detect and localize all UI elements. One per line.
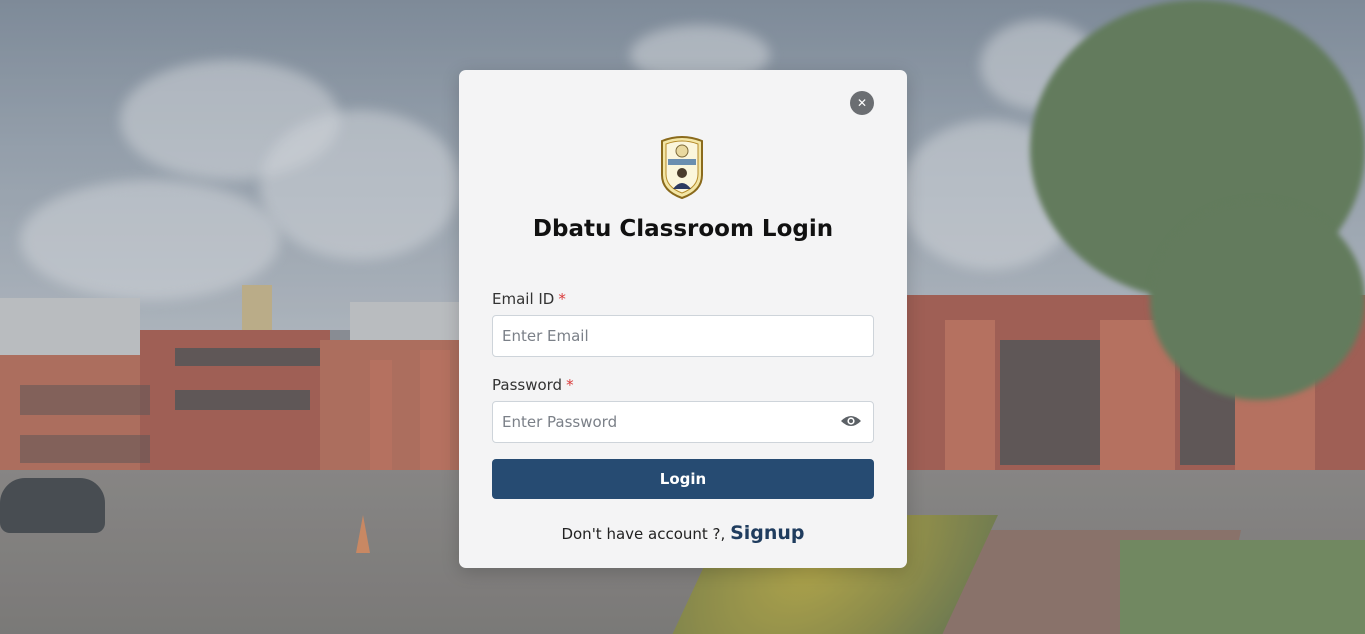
email-input[interactable]	[492, 315, 874, 357]
eye-icon[interactable]	[840, 414, 862, 428]
page-title: Dbatu Classroom Login	[532, 216, 834, 242]
university-logo	[661, 136, 703, 199]
password-input[interactable]	[492, 401, 874, 443]
required-mark: *	[566, 376, 574, 394]
close-button[interactable]: ✕	[850, 91, 874, 115]
email-label-text: Email ID	[492, 290, 555, 308]
signup-row: Don't have account ?, Signup	[459, 522, 907, 544]
close-icon: ✕	[856, 96, 868, 110]
signup-prompt: Don't have account ?,	[561, 525, 726, 543]
signup-link[interactable]: Signup	[730, 522, 804, 544]
password-label-text: Password	[492, 376, 563, 394]
required-mark: *	[558, 290, 566, 308]
password-label: Password *	[492, 376, 574, 394]
login-button[interactable]: Login	[492, 459, 874, 499]
login-modal: ✕ Dbatu Classroom Login Email ID* Passwo…	[459, 70, 907, 568]
email-label: Email ID *	[492, 290, 566, 308]
